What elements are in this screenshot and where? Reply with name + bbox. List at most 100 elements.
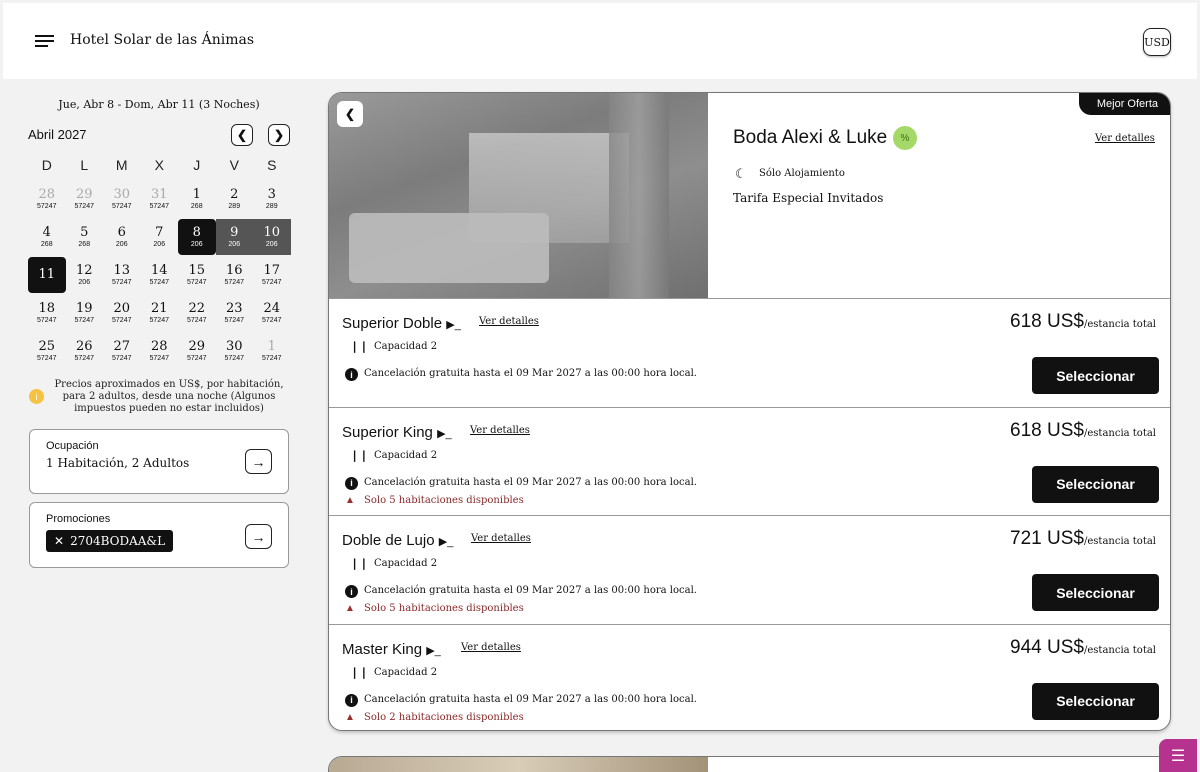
calendar-day[interactable]: 18 57247 [28, 294, 66, 332]
calendar-day[interactable]: 26 57247 [66, 332, 104, 370]
calendar-day[interactable]: 20 57247 [103, 294, 141, 332]
prev-month-button[interactable]: ❮ [231, 124, 253, 146]
calendar-day[interactable]: 14 57247 [141, 256, 179, 294]
rate-title: Boda Alexi & Luke [733, 127, 888, 148]
select-room-button[interactable]: Seleccionar [1032, 465, 1159, 503]
room-name[interactable]: Master King ▶_ [342, 641, 441, 658]
promotions-box[interactable]: Promociones ✕ 2704BODAA&L → [29, 502, 289, 568]
day-price: 57247 [149, 354, 169, 362]
calendar-day[interactable]: 4 268 [28, 218, 66, 256]
room-price: 618 US$/estancia total [1010, 419, 1156, 441]
calendar-day[interactable]: 28 57247 [28, 180, 66, 218]
calendar-day[interactable]: 29 57247 [66, 180, 104, 218]
room-capacity: Capacidad 2 [374, 341, 438, 352]
calendar-day[interactable]: 30 57247 [216, 332, 254, 370]
room-capacity: Capacidad 2 [374, 666, 438, 678]
calendar-day[interactable]: 13 57247 [103, 256, 141, 294]
calendar-day[interactable]: 22 57247 [178, 294, 216, 332]
room-name[interactable]: Superior Doble ▶_ [342, 315, 461, 332]
day-price: 57247 [224, 278, 244, 286]
info-icon: i [29, 389, 44, 404]
day-number: 11 [38, 267, 56, 282]
room-price: 721 US$/estancia total [1010, 528, 1156, 549]
cancellation-policy: Cancelación gratuita hasta el 09 Mar 202… [364, 476, 697, 488]
day-price: 206 [190, 240, 203, 248]
select-room-button[interactable]: Seleccionar [1032, 357, 1159, 394]
play-icon[interactable]: ▶_ [446, 319, 461, 331]
day-number: 28 [38, 186, 56, 202]
calendar-day[interactable]: 24 57247 [253, 294, 291, 332]
calendar-day[interactable]: 1 57247 [253, 332, 291, 370]
play-icon[interactable]: ▶_ [439, 536, 454, 548]
calendar-day[interactable]: 15 57247 [178, 256, 216, 294]
day-price: 57247 [187, 354, 207, 362]
calendar-day[interactable]: 7 206 [141, 218, 179, 256]
calendar-day[interactable]: 1 268 [178, 180, 216, 218]
play-icon[interactable]: ▶_ [437, 428, 452, 440]
photo-prev-button[interactable]: ❮ [337, 101, 363, 127]
promotions-apply-button[interactable]: → [245, 524, 272, 549]
room-photo: ❮ [329, 93, 708, 298]
calendar-day[interactable]: 12 206 [66, 256, 104, 294]
rate-card: ❮ Mejor Oferta Boda Alexi & Luke % Ver d… [328, 92, 1171, 731]
room-details-link[interactable]: Ver detalles [461, 642, 521, 653]
warning-icon: ▲ [345, 711, 355, 723]
day-price: 57247 [262, 354, 282, 362]
warning-icon: ▲ [345, 494, 355, 506]
occupancy-edit-button[interactable]: → [245, 449, 272, 474]
calendar-day[interactable]: 16 57247 [216, 256, 254, 294]
calendar-day[interactable]: 30 57247 [103, 180, 141, 218]
next-month-button[interactable]: ❯ [268, 124, 290, 146]
room-name[interactable]: Doble de Lujo ▶_ [342, 532, 453, 549]
day-number: 30 [225, 338, 243, 354]
day-price: 57247 [74, 202, 94, 210]
room-name[interactable]: Superior King ▶_ [342, 424, 452, 441]
hamburger-menu-icon[interactable] [35, 35, 55, 49]
calendar-day[interactable]: 19 57247 [66, 294, 104, 332]
calendar-day[interactable]: 31 57247 [141, 180, 179, 218]
calendar-day[interactable]: 5 268 [66, 218, 104, 256]
calendar-day[interactable]: 2 289 [216, 180, 254, 218]
day-price: 268 [190, 202, 203, 210]
calendar-day[interactable]: 28 57247 [141, 332, 179, 370]
day-price: 289 [265, 202, 278, 210]
room-details-link[interactable]: Ver detalles [479, 316, 539, 327]
room-row: Doble de Lujo ▶_ Ver detalles ❘❘ Capacid… [329, 515, 1170, 623]
play-icon[interactable]: ▶_ [426, 645, 441, 657]
calendar-day[interactable]: 21 57247 [141, 294, 179, 332]
calendar-day[interactable]: 27 57247 [103, 332, 141, 370]
calendar-day[interactable]: 6 206 [103, 218, 141, 256]
day-price: 206 [153, 240, 166, 248]
room-details-link[interactable]: Ver detalles [470, 425, 530, 436]
availability-warning: Solo 5 habitaciones disponibles [364, 494, 524, 506]
weekday-label: M [115, 157, 128, 173]
occupancy-box[interactable]: Ocupación 1 Habitación, 2 Adultos → [29, 429, 289, 494]
calendar-day[interactable]: 11 [28, 257, 66, 293]
select-room-button[interactable]: Seleccionar [1032, 574, 1159, 611]
weekday-label: D [41, 157, 52, 173]
selected-date-range: Jue, Abr 8 - Dom, Abr 11 (3 Noches) [58, 98, 260, 111]
calendar-day[interactable]: 23 57247 [216, 294, 254, 332]
chat-widget-button[interactable]: ☰ [1159, 739, 1197, 772]
currency-button[interactable]: USD [1143, 28, 1171, 56]
room-details-link[interactable]: Ver detalles [471, 533, 531, 544]
calendar-day[interactable]: 3 289 [253, 180, 291, 218]
chevron-right-icon: ❯ [273, 128, 285, 142]
calendar-day[interactable]: 25 57247 [28, 332, 66, 370]
calendar-day[interactable]: 8 206 [178, 219, 216, 255]
calendar-day[interactable]: 29 57247 [178, 332, 216, 370]
availability-warning: Solo 5 habitaciones disponibles [364, 603, 524, 614]
day-number: 5 [80, 224, 89, 240]
day-price: 57247 [112, 278, 132, 286]
promo-code-chip[interactable]: ✕ 2704BODAA&L [46, 530, 174, 552]
close-icon[interactable]: ✕ [54, 534, 64, 548]
day-price: 206 [265, 240, 278, 248]
day-price: 57247 [112, 354, 132, 362]
calendar-day[interactable]: 9 206 [215, 219, 253, 255]
day-number: 20 [113, 300, 131, 316]
rate-details-link[interactable]: Ver detalles [1095, 133, 1155, 144]
select-room-button[interactable]: Seleccionar [1032, 682, 1159, 720]
info-icon: i [345, 368, 358, 381]
calendar-day[interactable]: 10 206 [253, 219, 291, 255]
calendar-day[interactable]: 17 57247 [253, 256, 291, 294]
